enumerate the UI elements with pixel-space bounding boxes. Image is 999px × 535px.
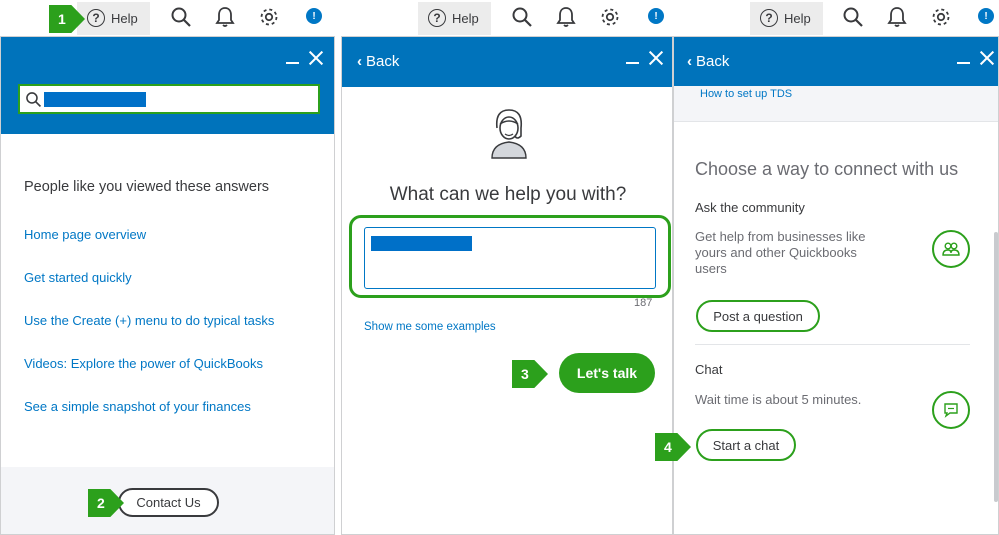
gear-icon[interactable] bbox=[930, 6, 952, 28]
search-input[interactable] bbox=[18, 84, 320, 114]
redacted-text bbox=[371, 236, 472, 251]
chat-title: Chat bbox=[695, 362, 723, 377]
question-heading: What can we help you with? bbox=[389, 184, 627, 205]
help-question-icon: ? bbox=[87, 9, 105, 27]
community-icon bbox=[932, 230, 970, 268]
question-textarea[interactable] bbox=[364, 227, 656, 289]
tds-link[interactable]: How to set up TDS bbox=[700, 88, 792, 100]
chevron-left-icon: ‹ bbox=[687, 53, 692, 70]
section-title: People like you viewed these answers bbox=[24, 179, 270, 195]
topbar-1: ? Help bbox=[77, 0, 150, 36]
answer-link[interactable]: Use the Create (+) menu to do typical ta… bbox=[24, 313, 274, 328]
redacted-text bbox=[44, 92, 146, 107]
answer-link[interactable]: Videos: Explore the power of QuickBooks bbox=[24, 356, 263, 371]
scrollbar[interactable] bbox=[994, 232, 998, 502]
search-icon[interactable] bbox=[842, 6, 864, 28]
bell-icon[interactable] bbox=[214, 6, 236, 28]
help-button[interactable]: ? Help bbox=[750, 1, 823, 35]
panel-header: ‹ Back bbox=[674, 37, 998, 86]
minimize-icon[interactable] bbox=[957, 51, 970, 64]
support-agent-icon bbox=[491, 109, 527, 159]
back-label: Back bbox=[366, 53, 400, 70]
back-button[interactable]: ‹ Back bbox=[357, 53, 399, 70]
contact-us-button[interactable]: Contact Us bbox=[118, 488, 219, 517]
start-chat-button[interactable]: Start a chat bbox=[696, 429, 796, 461]
help-label: Help bbox=[452, 10, 479, 26]
panel-footer: Contact Us bbox=[1, 467, 334, 534]
char-counter: 187 bbox=[634, 297, 653, 309]
help-label: Help bbox=[784, 10, 811, 26]
post-question-button[interactable]: Post a question bbox=[696, 300, 820, 332]
search-icon bbox=[26, 92, 42, 108]
help-label: Help bbox=[111, 10, 138, 26]
help-question-icon: ? bbox=[428, 9, 446, 27]
lets-talk-button[interactable]: Let's talk bbox=[559, 353, 655, 393]
help-button[interactable]: ? Help bbox=[77, 1, 150, 35]
chat-description: Wait time is about 5 minutes. bbox=[695, 392, 862, 407]
bell-icon[interactable] bbox=[886, 6, 908, 28]
divider bbox=[695, 344, 970, 345]
gear-icon[interactable] bbox=[599, 6, 621, 28]
answer-link[interactable]: Get started quickly bbox=[24, 270, 132, 285]
previous-article-strip: How to set up TDS bbox=[674, 86, 998, 122]
help-panel-answers: People like you viewed these answers Hom… bbox=[0, 36, 335, 535]
close-icon[interactable] bbox=[309, 51, 323, 65]
minimize-icon[interactable] bbox=[626, 51, 639, 64]
panel-header: ‹ Back bbox=[342, 37, 672, 87]
close-icon[interactable] bbox=[980, 51, 994, 65]
topbar-2: ? Help bbox=[418, 0, 491, 36]
back-label: Back bbox=[696, 53, 730, 70]
search-icon[interactable] bbox=[170, 6, 192, 28]
connect-title: Choose a way to connect with us bbox=[695, 159, 959, 179]
minimize-icon[interactable] bbox=[286, 51, 299, 64]
community-title: Ask the community bbox=[695, 200, 805, 215]
close-icon[interactable] bbox=[649, 51, 663, 65]
chevron-left-icon: ‹ bbox=[357, 53, 362, 70]
gear-icon[interactable] bbox=[258, 6, 280, 28]
examples-link[interactable]: Show me some examples bbox=[364, 321, 496, 333]
help-panel-connect: ‹ Back How to set up TDS Choose a way to… bbox=[673, 36, 999, 535]
chat-bubble-icon bbox=[932, 391, 970, 429]
back-button[interactable]: ‹ Back bbox=[687, 53, 729, 70]
bell-icon[interactable] bbox=[555, 6, 577, 28]
search-icon[interactable] bbox=[511, 6, 533, 28]
community-description: Get help from businesses like yours and … bbox=[695, 229, 866, 276]
help-panel-ask: ‹ Back What can we help you with? 187 Sh… bbox=[341, 36, 673, 535]
answer-link[interactable]: See a simple snapshot of your finances bbox=[24, 399, 251, 414]
panel-header bbox=[1, 37, 334, 134]
answer-link[interactable]: Home page overview bbox=[24, 227, 146, 242]
notification-badge[interactable]: ! bbox=[306, 8, 322, 24]
help-question-icon: ? bbox=[760, 9, 778, 27]
help-button[interactable]: ? Help bbox=[418, 1, 491, 35]
notification-badge[interactable]: ! bbox=[978, 8, 994, 24]
topbar-3: ? Help bbox=[750, 0, 823, 36]
notification-badge[interactable]: ! bbox=[648, 8, 664, 24]
